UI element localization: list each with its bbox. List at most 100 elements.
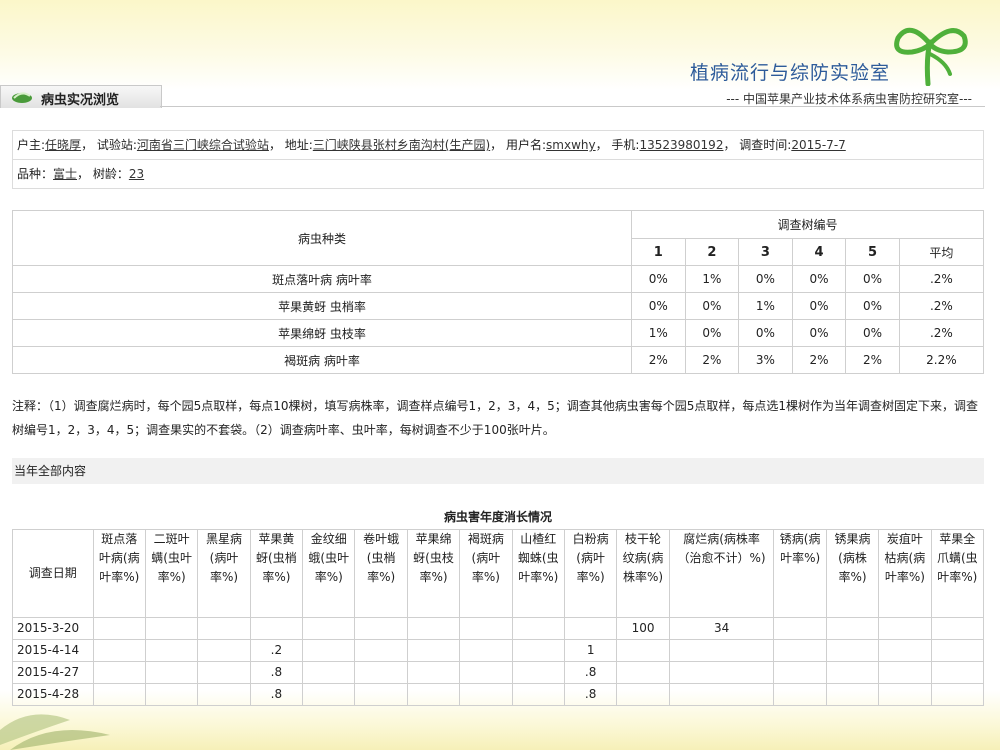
survey-date-cell: 2015-3-20 — [12, 617, 94, 640]
table-cell: .2% — [898, 319, 985, 347]
table-cell — [144, 617, 199, 640]
season-column-header: 苹果全爪螨(虫叶率%) — [930, 529, 985, 618]
phone-value: 13523980192 — [639, 138, 724, 152]
season-column-header: 金纹细蛾(虫叶率%) — [302, 529, 356, 618]
season-column-header: 卷叶蛾(虫梢率%) — [354, 529, 408, 618]
table-cell: 2% — [791, 346, 847, 374]
table-cell — [930, 617, 985, 640]
table-cell — [302, 639, 356, 662]
table-cell — [878, 661, 932, 684]
table-cell — [302, 661, 356, 684]
table-cell — [302, 683, 356, 706]
table-cell — [92, 639, 146, 662]
owner-label: 户主: — [17, 138, 46, 152]
table-cell — [878, 683, 932, 706]
table-cell — [144, 639, 199, 662]
table-cell: 1% — [684, 265, 740, 293]
table-cell: .8 — [563, 661, 618, 684]
table-cell: 34 — [668, 617, 775, 640]
lab-logo-icon — [894, 27, 968, 86]
tree-col-header: 4 — [791, 238, 847, 266]
table-cell: .8 — [249, 661, 304, 684]
tree-number-header: 调查树编号 — [631, 210, 984, 239]
table-row: 苹果黄蚜 虫梢率 0% 0% 1% 0% 0% .2% — [12, 292, 985, 320]
table-cell — [197, 639, 251, 662]
table-cell: .2% — [898, 292, 985, 320]
table-cell — [459, 661, 513, 684]
season-table-title: 病虫害年度消长情况 — [443, 510, 552, 524]
table-cell: .2 — [249, 639, 304, 662]
table-cell — [878, 639, 932, 662]
table-cell: 0% — [631, 265, 686, 293]
table-cell: 0% — [684, 319, 740, 347]
table-cell: 3% — [738, 346, 793, 374]
table-cell — [92, 617, 146, 640]
table-cell — [930, 639, 985, 662]
season-column-header: 二斑叶螨(虫叶率%) — [144, 529, 199, 618]
table-cell: 0% — [845, 265, 900, 293]
table-cell — [878, 617, 932, 640]
table-cell — [354, 683, 408, 706]
table-cell — [459, 683, 513, 706]
table-row: 2015-4-27 .8 .8 — [12, 661, 985, 684]
table-cell: 1% — [631, 319, 686, 347]
table-cell — [406, 639, 461, 662]
tree-age-label: ， 树龄： — [77, 167, 129, 181]
survey-date-cell: 2015-4-14 — [12, 639, 94, 662]
season-column-header: 山楂红蜘蛛(虫叶率%) — [511, 529, 565, 618]
table-cell — [406, 661, 461, 684]
table-cell — [197, 617, 251, 640]
page-tab: 病虫实况浏览 — [0, 85, 162, 108]
page-titlebar: 病虫实况浏览 --- 中国苹果产业技术体系病虫害防控研究室--- — [0, 85, 1000, 109]
season-column-header: 炭疽叶枯病(病叶率%) — [878, 529, 932, 618]
table-cell — [668, 661, 775, 684]
table-cell — [930, 683, 985, 706]
station-value: 河南省三门峡综合试验站 — [136, 138, 269, 152]
tree-col-header: 2 — [684, 238, 740, 266]
table-cell — [930, 661, 985, 684]
pest-name: 苹果绵蚜 虫枝率 — [12, 319, 632, 347]
tree-col-header: 5 — [845, 238, 900, 266]
season-trend-table: 调查日期 斑点落叶病(病叶率%) 二斑叶螨(虫叶率%) 黑星病(病叶率%) 苹果黄蚜(… — [12, 529, 985, 706]
table-cell: 2% — [845, 346, 900, 374]
survey-date-value: 2015-7-7 — [791, 138, 846, 152]
season-column-header: 苹果黄蚜(虫梢率%) — [249, 529, 304, 618]
pest-type-header: 病虫种类 — [12, 210, 632, 266]
average-col-header: 平均 — [898, 238, 985, 266]
leaf-decoration-icon — [0, 714, 110, 750]
table-cell — [406, 617, 461, 640]
table-cell: 2% — [631, 346, 686, 374]
season-column-header: 褐斑病(病叶率%) — [459, 529, 513, 618]
season-column-header: 白粉病(病叶率%) — [563, 529, 618, 618]
season-column-header: 黑星病(病叶率%) — [197, 529, 251, 618]
table-cell: .8 — [563, 683, 618, 706]
table-cell — [825, 639, 880, 662]
survey-date-label: ， 调查时间: — [723, 138, 792, 152]
table-cell — [511, 683, 565, 706]
site-title: 植病流行与综防实验室 — [690, 62, 891, 84]
variety-value: 富士 — [53, 167, 78, 181]
page-tab-label: 病虫实况浏览 — [41, 93, 120, 108]
address-label: ， 地址: — [268, 138, 313, 152]
table-cell: 0% — [791, 319, 847, 347]
table-cell — [302, 617, 356, 640]
table-cell — [616, 683, 670, 706]
table-cell — [92, 683, 146, 706]
pest-survey-table: 病虫种类 调查树编号 1 2 3 4 5 平均 斑点落叶病 病叶率 0% 1% … — [12, 210, 985, 374]
tree-info-row: 品种：富士， 树龄：23 — [13, 160, 983, 188]
phone-label: ， 手机: — [595, 138, 640, 152]
table-cell — [249, 617, 304, 640]
table-cell: 100 — [616, 617, 670, 640]
table-cell — [144, 683, 199, 706]
table-cell: 0% — [845, 292, 900, 320]
table-cell — [354, 639, 408, 662]
table-row: 2015-4-28 .8 .8 — [12, 683, 985, 706]
table-cell: 0% — [791, 265, 847, 293]
table-cell — [197, 683, 251, 706]
tree-col-header: 1 — [631, 238, 686, 266]
station-label: ， 试验站: — [81, 138, 137, 152]
address-value: 三门峡陕县张村乡南沟村(生产园) — [312, 138, 491, 152]
table-cell — [511, 661, 565, 684]
table-cell: 0% — [738, 265, 793, 293]
credit-text: --- 中国苹果产业技术体系病虫害防控研究室--- — [726, 92, 972, 106]
